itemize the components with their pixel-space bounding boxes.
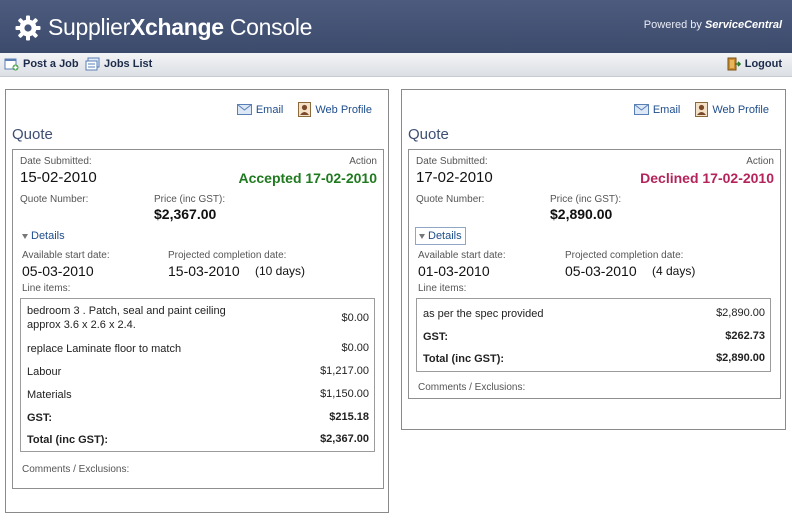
comments-label: Comments / Exclusions: (22, 464, 130, 475)
logout-button[interactable]: Logout (727, 57, 782, 71)
quote-details-box: Date Submitted: 17-02-2010 Action Declin… (408, 149, 781, 399)
start-date-label: Available start date: (418, 250, 506, 261)
price-value: $2,890.00 (550, 206, 613, 222)
jobs-list-button[interactable]: Jobs List (85, 57, 152, 71)
comments-label: Comments / Exclusions: (418, 382, 526, 393)
quote-title: Quote (12, 126, 53, 143)
date-submitted-label: Date Submitted: (416, 156, 488, 167)
duration-value: (10 days) (255, 264, 306, 278)
profile-icon (298, 102, 312, 117)
post-job-button[interactable]: Post a Job (4, 57, 79, 71)
list-icon (85, 57, 100, 71)
quote-panel-declined: Email Web Profile Quote Date Submitted: … (401, 89, 786, 430)
logout-door-icon (727, 57, 741, 71)
app-title: SupplierXchange Console (48, 14, 313, 40)
action-label: Action (746, 156, 774, 167)
email-link[interactable]: Email (236, 102, 283, 117)
price-label: Price (inc GST): (550, 194, 622, 205)
date-submitted-value: 17-02-2010 (416, 169, 493, 186)
details-toggle[interactable]: Details (415, 227, 466, 245)
toolbar: Post a Job Jobs List Logout (0, 53, 792, 77)
line-items-label: Line items: (22, 283, 71, 294)
completion-date-value: 05-03-2010 (565, 263, 637, 279)
line-items-table: as per the spec provided $2,890.00 GST: … (416, 298, 771, 372)
price-value: $2,367.00 (154, 206, 217, 222)
servicecentral-logo: ServiceCentral (704, 19, 782, 31)
powered-by-brand: Powered by ServiceCentral (643, 19, 782, 31)
quote-title: Quote (408, 126, 449, 143)
email-icon (236, 104, 252, 115)
action-label: Action (349, 156, 377, 167)
email-link[interactable]: Email (633, 102, 680, 117)
price-label: Price (inc GST): (154, 194, 226, 205)
duration-value: (4 days) (652, 264, 696, 278)
completion-date-label: Projected completion date: (565, 250, 684, 261)
completion-date-value: 15-03-2010 (168, 263, 240, 279)
line-items-table: bedroom 3 . Patch, seal and paint ceilin… (20, 298, 375, 452)
web-profile-link[interactable]: Web Profile (695, 102, 769, 117)
date-submitted-value: 15-02-2010 (20, 169, 97, 186)
profile-icon (695, 102, 709, 117)
quote-panel-accepted: Email Web Profile Quote Date Submitted: … (5, 89, 389, 513)
quote-number-label: Quote Number: (416, 194, 485, 205)
new-document-icon (4, 58, 19, 71)
contact-links: Email Web Profile (236, 102, 372, 117)
gear-icon (15, 15, 41, 41)
line-items-label: Line items: (418, 283, 467, 294)
app-header: SupplierXchange Console Powered by Servi… (0, 0, 792, 53)
quote-number-label: Quote Number: (20, 194, 89, 205)
date-submitted-label: Date Submitted: (20, 156, 92, 167)
status-badge: Accepted 17-02-2010 (238, 170, 377, 186)
details-toggle[interactable]: Details (19, 228, 68, 244)
chevron-down-icon (419, 233, 425, 239)
status-badge: Declined 17-02-2010 (640, 170, 774, 186)
start-date-value: 05-03-2010 (22, 263, 94, 279)
quote-details-box: Date Submitted: 15-02-2010 Action Accept… (12, 149, 384, 489)
email-icon (633, 104, 649, 115)
completion-date-label: Projected completion date: (168, 250, 287, 261)
contact-links: Email Web Profile (633, 102, 769, 117)
start-date-label: Available start date: (22, 250, 110, 261)
start-date-value: 01-03-2010 (418, 263, 490, 279)
chevron-down-icon (22, 233, 28, 239)
web-profile-link[interactable]: Web Profile (298, 102, 372, 117)
